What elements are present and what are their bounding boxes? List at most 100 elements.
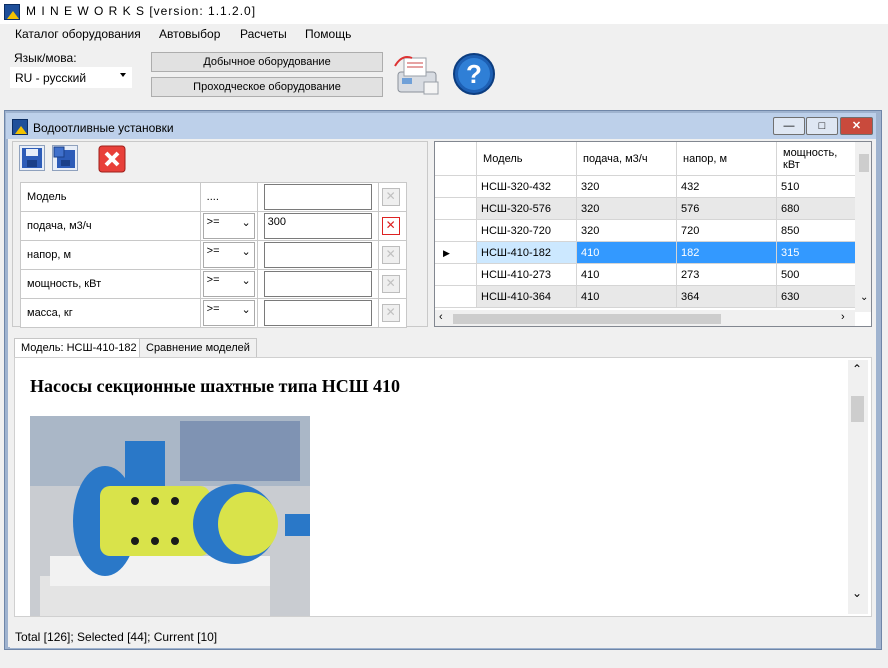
model-filter-input[interactable] — [263, 184, 372, 210]
clear-filter-button[interactable]: ✕ — [381, 217, 400, 235]
table-cell[interactable]: 432 — [677, 176, 777, 198]
save-all-icon — [53, 146, 75, 168]
table-cell[interactable]: 320 — [577, 176, 677, 198]
row-header[interactable] — [435, 198, 477, 220]
table-row[interactable]: НСШ-410-273 410 273 500 — [435, 264, 857, 286]
table-cell[interactable]: НСШ-320-720 — [477, 220, 577, 242]
tunneling-equipment-button[interactable]: Проходческое оборудование — [151, 77, 383, 97]
table-cell[interactable]: 410 — [577, 264, 677, 286]
close-button[interactable]: ✕ — [840, 117, 873, 135]
table-cell[interactable]: 315 — [777, 242, 857, 264]
chevron-right-icon[interactable]: › — [841, 311, 845, 323]
chevron-left-icon[interactable]: ‹ — [439, 311, 443, 323]
table-cell[interactable]: 410 — [577, 242, 677, 264]
document-vertical-scrollbar[interactable]: ⌃ ⌄ — [848, 360, 868, 614]
filter-header-model: Модель — [20, 182, 201, 212]
delete-icon — [98, 145, 126, 173]
grid-horizontal-scrollbar[interactable]: ‹ › — [435, 310, 855, 326]
row-header[interactable] — [435, 264, 477, 286]
svg-text:?: ? — [466, 59, 482, 89]
filter-operator-select[interactable]: >= ⌄ — [202, 300, 255, 326]
row-header[interactable] — [435, 176, 477, 198]
table-row[interactable]: НСШ-320-432 320 432 510 — [435, 176, 857, 198]
table-cell[interactable]: 320 — [577, 198, 677, 220]
filter-label: масса, кг — [20, 298, 201, 328]
table-cell[interactable]: 720 — [677, 220, 777, 242]
maximize-button[interactable]: □ — [806, 117, 838, 135]
table-row[interactable]: НСШ-320-576 320 576 680 — [435, 198, 857, 220]
table-cell[interactable]: 182 — [677, 242, 777, 264]
filter-value-input[interactable] — [263, 271, 372, 297]
menu-item-autoselect[interactable]: Автовыбор — [159, 27, 220, 41]
mining-equipment-button[interactable]: Добычное оборудование — [151, 52, 383, 72]
minimize-button[interactable]: — — [773, 117, 805, 135]
chevron-down-icon[interactable]: ⌄ — [852, 586, 862, 600]
chevron-down-icon: ⌄ — [241, 304, 251, 316]
child-window-title: Водоотливные установки — [33, 121, 174, 135]
scroll-thumb[interactable] — [851, 396, 864, 422]
table-cell[interactable]: 510 — [777, 176, 857, 198]
chevron-down-icon: ⌄ — [241, 246, 251, 258]
row-header[interactable] — [435, 220, 477, 242]
language-select[interactable]: RU - русский — [10, 67, 132, 88]
fax-print-icon[interactable] — [394, 52, 442, 98]
table-cell[interactable]: 410 — [577, 286, 677, 308]
filter-operator-select[interactable]: >= ⌄ — [202, 213, 255, 239]
table-cell[interactable]: 630 — [777, 286, 857, 308]
filter-label: мощность, кВт — [20, 269, 201, 299]
filter-value-input[interactable]: 300 — [263, 213, 372, 239]
grid-header-model[interactable]: Модель — [477, 142, 577, 176]
grid-header-power[interactable]: мощность, кВт — [777, 142, 857, 176]
tab-compare-models[interactable]: Сравнение моделей — [139, 338, 257, 358]
menu-item-catalog[interactable]: Каталог оборудования — [15, 27, 141, 41]
table-cell[interactable]: НСШ-320-576 — [477, 198, 577, 220]
toolbar — [0, 46, 888, 104]
table-cell[interactable]: НСШ-410-364 — [477, 286, 577, 308]
table-cell[interactable]: 320 — [577, 220, 677, 242]
filter-value-input[interactable] — [263, 242, 372, 268]
table-row[interactable]: НСШ-320-720 320 720 850 — [435, 220, 857, 242]
pump-photo — [30, 416, 310, 616]
table-cell[interactable]: 850 — [777, 220, 857, 242]
filter-label: подача, м3/ч — [20, 211, 201, 241]
table-cell[interactable]: 364 — [677, 286, 777, 308]
delete-button[interactable] — [98, 145, 126, 173]
chevron-down-icon — [120, 73, 126, 77]
row-header[interactable] — [435, 286, 477, 308]
current-row-arrow-icon: ▶ — [443, 248, 450, 258]
row-header[interactable]: ▶ — [435, 242, 477, 264]
filter-operator-select[interactable]: >= ⌄ — [202, 271, 255, 297]
grid-header-flow[interactable]: подача, м3/ч — [577, 142, 677, 176]
scroll-thumb[interactable] — [453, 314, 721, 324]
menu-item-calculations[interactable]: Расчеты — [240, 27, 287, 41]
status-bar: Total [126]; Selected [44]; Current [10] — [10, 624, 876, 648]
scroll-thumb[interactable] — [859, 154, 869, 172]
filter-operator-select[interactable]: >= ⌄ — [202, 242, 255, 268]
grid-row-header-corner — [435, 142, 477, 176]
table-row[interactable]: НСШ-410-364 410 364 630 — [435, 286, 857, 308]
save-button[interactable] — [19, 145, 45, 171]
tab-model[interactable]: Модель: НСШ-410-182 — [14, 338, 144, 358]
table-row[interactable]: ▶ НСШ-410-182 410 182 315 — [435, 242, 857, 264]
clear-filter-button[interactable]: ✕ — [381, 246, 400, 264]
grid-vertical-scrollbar[interactable]: ⌄ — [855, 142, 871, 312]
table-cell[interactable]: 680 — [777, 198, 857, 220]
child-window-icon — [12, 119, 28, 135]
table-cell[interactable]: НСШ-320-432 — [477, 176, 577, 198]
grid-header-head[interactable]: напор, м — [677, 142, 777, 176]
chevron-down-icon[interactable]: ⌄ — [860, 292, 868, 303]
help-icon[interactable]: ? — [452, 52, 496, 96]
chevron-up-icon[interactable]: ⌃ — [852, 362, 862, 376]
filter-value-input[interactable] — [263, 300, 372, 326]
clear-filter-button[interactable]: ✕ — [381, 304, 400, 322]
table-cell[interactable]: НСШ-410-273 — [477, 264, 577, 286]
table-cell[interactable]: 576 — [677, 198, 777, 220]
clear-filter-button[interactable]: ✕ — [381, 188, 400, 206]
table-cell[interactable]: 273 — [677, 264, 777, 286]
table-cell[interactable]: НСШ-410-182 — [477, 242, 577, 264]
save-as-button[interactable] — [52, 145, 78, 171]
table-cell[interactable]: 500 — [777, 264, 857, 286]
clear-filter-button[interactable]: ✕ — [381, 275, 400, 293]
menu-item-help[interactable]: Помощь — [305, 27, 351, 41]
chevron-down-icon: ⌄ — [241, 217, 251, 229]
